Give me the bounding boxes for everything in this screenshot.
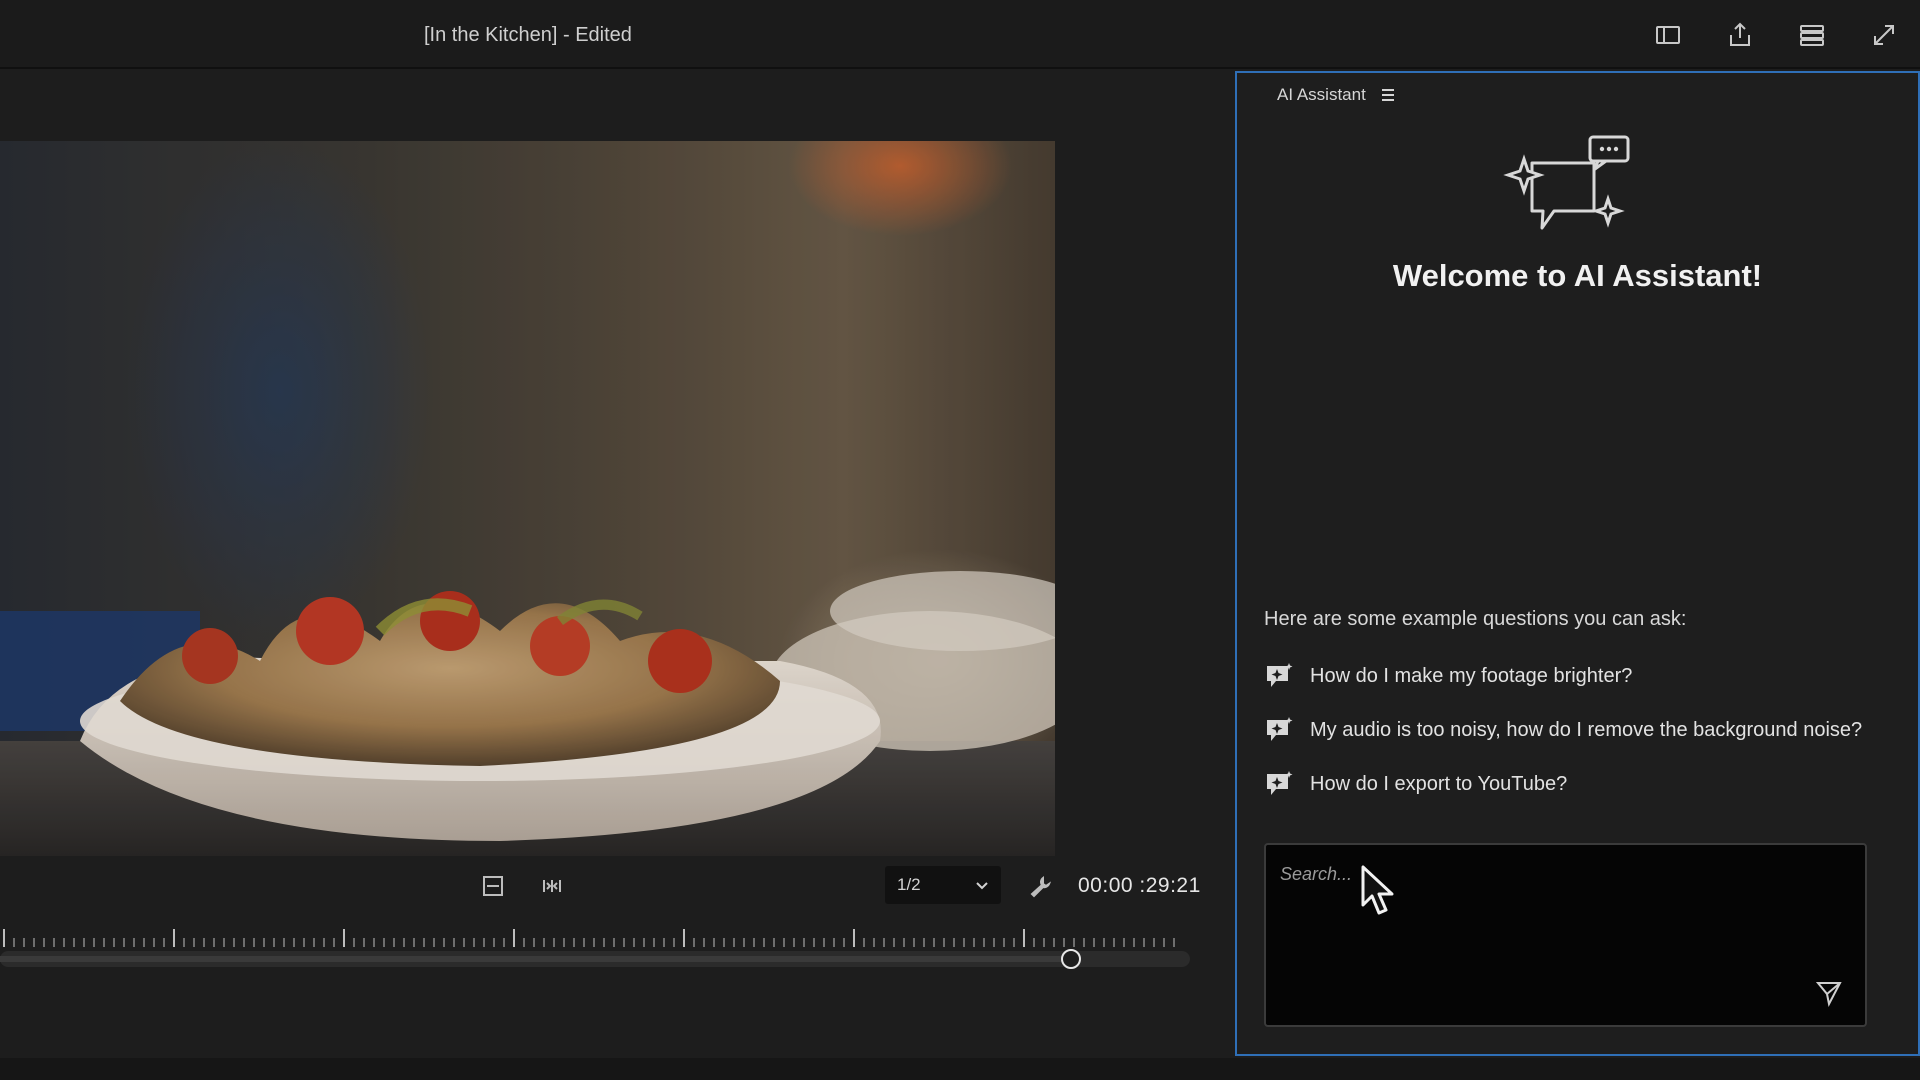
share-export-icon[interactable]: [1704, 0, 1776, 69]
panel-tab-label: AI Assistant: [1277, 85, 1366, 104]
ai-assistant-panel: AI Assistant Welcome to AI Assistant! He…: [1235, 71, 1920, 1056]
safe-margins-icon: [483, 876, 503, 896]
playhead-handle[interactable]: [1061, 949, 1081, 969]
tacos-footage-image: [0, 141, 1055, 856]
chat-sparkle-icon: [1503, 135, 1630, 230]
playhead-timecode: 00:00 :29:21: [1078, 874, 1201, 897]
example-question-text: My audio is too noisy, how do I remove t…: [1310, 718, 1863, 741]
video-preview: [0, 141, 1055, 856]
panel-layout-icon[interactable]: [1632, 0, 1704, 69]
panel-tab[interactable]: AI Assistant: [1277, 85, 1396, 105]
chat-sparkle-small-icon: [1267, 663, 1293, 687]
time-ruler[interactable]: [0, 929, 1180, 947]
chat-sparkle-small-icon: [1267, 771, 1293, 795]
zoom-level-select[interactable]: 1/2: [885, 866, 1001, 904]
program-monitor: 1/2 00:00 :29:21: [0, 71, 1233, 1080]
assistant-prompt-box[interactable]: [1264, 843, 1867, 1027]
example-questions: How do I make my footage brighter? My au…: [1264, 649, 1904, 811]
example-question-3[interactable]: How do I export to YouTube?: [1264, 757, 1904, 811]
hamburger-menu-icon[interactable]: [1380, 87, 1396, 103]
chat-sparkle-small-icon: [1267, 717, 1293, 741]
scrub-progress: [0, 956, 1071, 962]
example-question-text: How do I export to YouTube?: [1310, 772, 1568, 795]
monitor-settings-row: 1/2 00:00 :29:21: [0, 866, 1233, 906]
settings-wrench-button[interactable]: [1020, 866, 1060, 906]
chevron-down-icon: [976, 882, 988, 890]
lift-extract-button[interactable]: [532, 866, 572, 906]
mouse-cursor-icon: [1361, 865, 1394, 915]
workspace-menu-icon[interactable]: [1776, 0, 1848, 69]
trim-icon: [543, 880, 561, 892]
example-question-text: How do I make my footage brighter?: [1310, 664, 1633, 687]
title-bar: [In the Kitchen] - Edited: [0, 0, 1920, 69]
send-button[interactable]: [1811, 975, 1847, 1011]
titlebar-icons: [1632, 0, 1920, 69]
zoom-level-value: 1/2: [897, 875, 921, 894]
document-title: [In the Kitchen] - Edited: [424, 24, 632, 46]
wrench-icon: [1030, 875, 1052, 898]
example-question-1[interactable]: How do I make my footage brighter?: [1264, 649, 1904, 703]
safe-margins-button[interactable]: [473, 866, 513, 906]
send-icon: [1815, 982, 1842, 1007]
bottom-bar: [0, 1058, 1920, 1080]
examples-intro: Here are some example questions you can …: [1264, 608, 1687, 630]
fullscreen-icon[interactable]: [1848, 0, 1920, 69]
welcome-title: Welcome to AI Assistant!: [1392, 258, 1763, 293]
example-question-2[interactable]: My audio is too noisy, how do I remove t…: [1264, 703, 1904, 757]
